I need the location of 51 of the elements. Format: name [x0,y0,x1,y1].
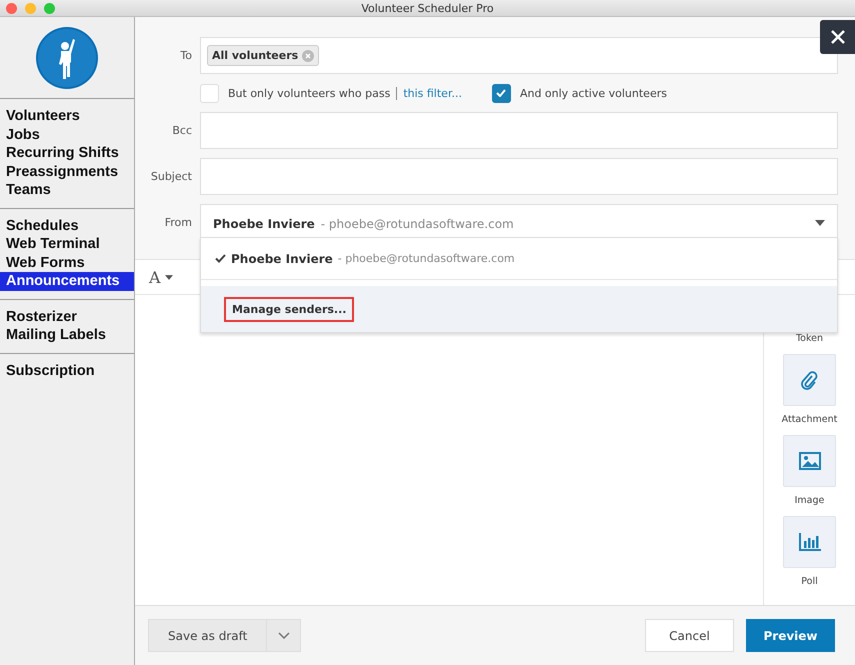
image-icon [798,452,820,470]
insert-label: Image [794,495,824,506]
close-button[interactable] [820,20,855,54]
insert-label: Poll [801,576,818,587]
filter-link[interactable]: this filter... [396,86,462,100]
paperclip-icon [800,370,818,390]
sidebar-item[interactable]: Web Forms [0,254,134,272]
caret-icon [815,220,825,226]
recipient-tag: All volunteers [207,45,320,66]
logo-icon [35,26,99,90]
sidebar-item[interactable]: Volunteers [0,107,134,126]
insert-label: Attachment [782,414,838,425]
cancel-button[interactable]: Cancel [645,619,734,652]
checkbox-label: And only active volunteers [520,86,667,100]
bcc-field[interactable] [200,112,838,149]
caret-icon [164,274,173,280]
sidebar-item[interactable]: Recurring Shifts [0,144,134,162]
checkmark-icon [496,89,506,97]
sidebar-item[interactable]: Preassignments [0,162,134,181]
subject-field[interactable] [200,158,838,195]
sidebar-item[interactable]: Subscription [0,362,134,380]
checkbox-label: But only volunteers who pass [228,86,390,100]
to-field[interactable]: All volunteers [200,37,838,74]
sidebar-item[interactable]: Jobs [0,126,134,144]
attachment-button[interactable] [782,354,836,406]
to-label: To [179,49,193,62]
chevron-down-icon [278,632,290,639]
sidebar-item[interactable]: Rosterizer [0,308,134,326]
preview-button[interactable]: Preview [746,619,835,652]
manage-senders-item[interactable]: Manage senders... [224,296,354,322]
poll-button[interactable] [783,516,836,568]
font-button[interactable]: A [149,268,173,286]
remove-icon[interactable] [302,50,314,62]
minimize-window-button[interactable] [25,3,36,14]
close-window-button[interactable] [6,3,17,14]
close-icon [830,30,844,44]
checkbox[interactable] [492,84,511,102]
bcc-label: Bcc [171,124,193,137]
window-title: Volunteer Scheduler Pro [361,2,494,14]
insert-label: Token [796,333,824,344]
sidebar-item[interactable]: Announcements [0,272,134,290]
subject-label: Subject [150,170,193,183]
sidebar-item[interactable]: Schedules [0,216,134,235]
sidebar-item[interactable]: Mailing Labels [0,326,134,344]
sidebar-item[interactable]: Teams [0,181,134,200]
sidebar-item[interactable]: Web Terminal [0,235,134,254]
zoom-window-button[interactable] [44,3,55,14]
sender-option[interactable]: Phoebe Inviere - phoebe@rotundasoftware.com [215,252,515,266]
image-button[interactable] [783,435,836,487]
bar-chart-icon [798,533,820,551]
from-label: From [164,216,193,229]
